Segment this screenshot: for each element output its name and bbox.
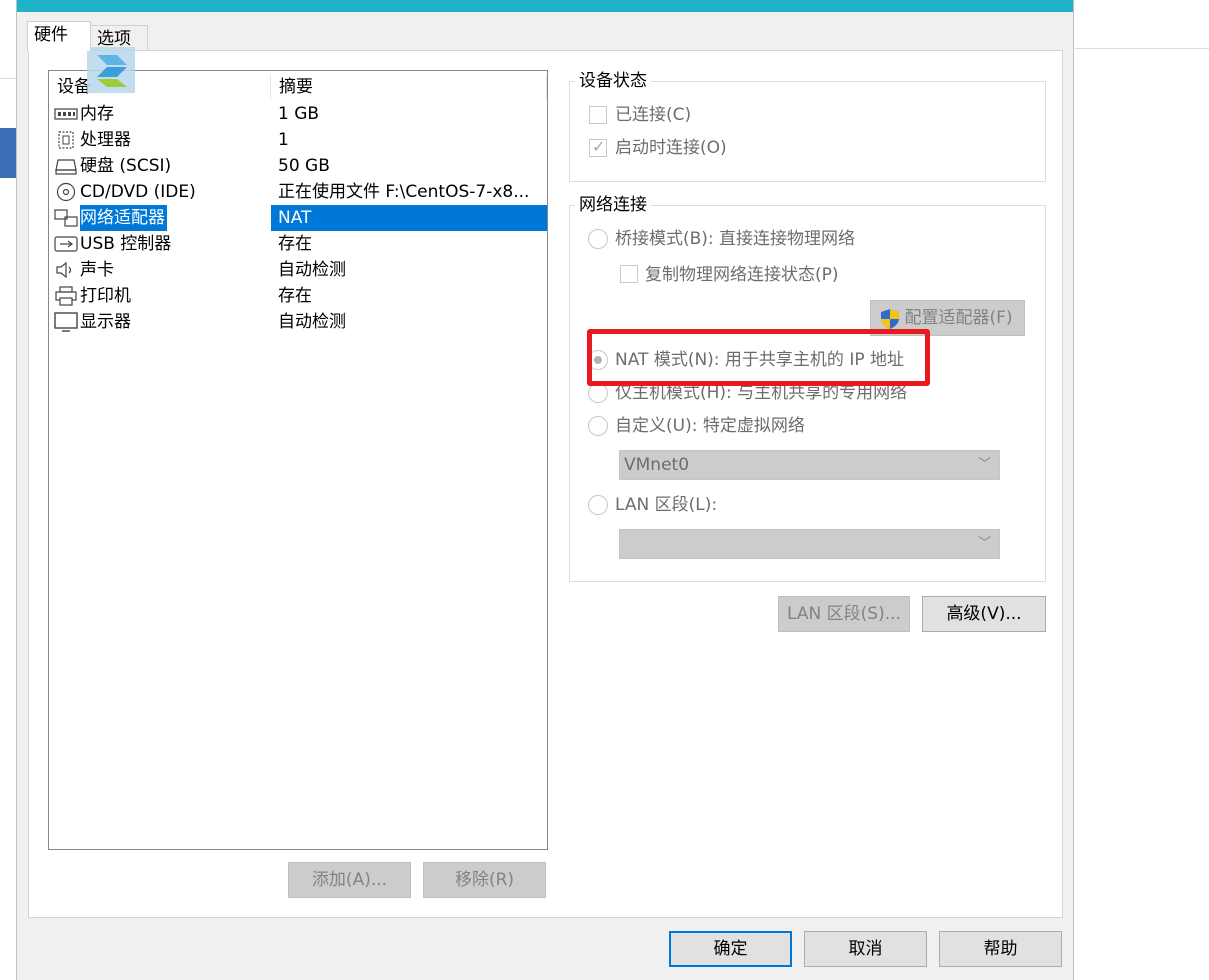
lan-segments-button[interactable]: LAN 区段(S)... (778, 596, 910, 632)
device-row-display[interactable]: 显示器 自动检测 (49, 309, 547, 335)
network-connection-group: 网络连接 桥接模式(B): 直接连接物理网络 复制物理网络连接状态(P) 配置适… (569, 195, 1046, 582)
device-summary: 自动检测 (278, 312, 346, 332)
device-name: 声卡 (80, 260, 114, 280)
device-row-sound-card[interactable]: 声卡 自动检测 (49, 257, 547, 283)
display-icon (54, 312, 78, 332)
device-row-harddisk[interactable]: 硬盘 (SCSI) 50 GB (49, 153, 547, 179)
connect-on-start-label[interactable]: 启动时连接(O) (615, 137, 727, 159)
selection-highlight (271, 205, 547, 231)
processor-icon (58, 131, 74, 149)
custom-radio[interactable] (588, 416, 608, 436)
help-button[interactable]: 帮助 (939, 931, 1062, 967)
device-row-cd-dvd[interactable]: CD/DVD (IDE) 正在使用文件 F:\CentOS-7-x8... (49, 179, 547, 205)
remove-button[interactable]: 移除(R) (423, 862, 546, 898)
replicate-state-label[interactable]: 复制物理网络连接状态(P) (645, 264, 839, 286)
device-summary: 50 GB (278, 156, 330, 176)
background-divider (0, 78, 16, 79)
device-row-memory[interactable]: 内存 1 GB (49, 101, 547, 127)
connect-on-start-checkbox[interactable]: ✓ (589, 137, 607, 157)
column-header-summary[interactable]: 摘要 (271, 75, 547, 99)
device-name: 显示器 (80, 312, 131, 332)
bridged-label[interactable]: 桥接模式(B): 直接连接物理网络 (615, 228, 855, 250)
device-summary: 存在 (278, 286, 312, 306)
network-connection-title: 网络连接 (575, 195, 651, 215)
title-bar (17, 0, 1073, 12)
background-sidebar-accent (0, 128, 16, 178)
device-row-processor[interactable]: 处理器 1 (49, 127, 547, 153)
vmware-logo-icon (87, 47, 135, 93)
add-button[interactable]: 添加(A)... (288, 862, 411, 898)
chevron-down-icon: ﹀ (977, 536, 991, 551)
device-status-group: 设备状态 已连接(C) ✓ 启动时连接(O) (569, 71, 1046, 182)
printer-icon (55, 286, 77, 306)
device-name: 硬盘 (SCSI) (80, 156, 172, 176)
annotation-highlight-box (587, 329, 930, 386)
device-status-title: 设备状态 (575, 71, 651, 91)
device-row-printer[interactable]: 打印机 存在 (49, 283, 547, 309)
connected-checkbox[interactable] (589, 106, 607, 124)
device-summary: 1 GB (278, 104, 320, 124)
background-divider-right (1075, 48, 1209, 49)
device-list[interactable]: 设备 摘要 内存 1 GB 处理器 1 硬盘 (SCSI) 50 GB CD/D… (48, 70, 548, 850)
cancel-button[interactable]: 取消 (804, 931, 927, 967)
lan-segment-select[interactable]: ﹀ (619, 529, 1000, 559)
device-row-network-adapter[interactable]: 网络适配器 NAT (49, 205, 547, 231)
network-adapter-icon (54, 209, 78, 227)
custom-label[interactable]: 自定义(U): 特定虚拟网络 (615, 415, 805, 437)
usb-icon (54, 236, 78, 252)
device-summary: 1 (278, 130, 289, 150)
device-name: USB 控制器 (80, 234, 172, 254)
lan-segment-label[interactable]: LAN 区段(L): (615, 494, 717, 516)
device-name: 内存 (80, 104, 114, 124)
ok-button[interactable]: 确定 (669, 931, 792, 967)
chevron-down-icon: ﹀ (977, 457, 991, 472)
custom-network-value: VMnet0 (624, 455, 690, 475)
tab-hardware[interactable]: 硬件 (27, 21, 91, 51)
custom-network-select[interactable]: VMnet0 ﹀ (619, 450, 1000, 480)
cd-dvd-icon (56, 182, 76, 202)
checkmark-icon: ✓ (592, 137, 606, 156)
device-name: CD/DVD (IDE) (80, 182, 196, 202)
host-only-radio[interactable] (588, 383, 608, 403)
device-summary: 正在使用文件 F:\CentOS-7-x8... (278, 182, 530, 202)
memory-icon (54, 108, 78, 120)
harddisk-icon (55, 159, 77, 175)
device-name: 处理器 (80, 130, 131, 150)
device-summary: NAT (278, 208, 312, 228)
sound-icon (56, 261, 72, 279)
configure-adapter-label: 配置适配器(F) (904, 308, 1013, 328)
device-summary: 存在 (278, 234, 312, 254)
device-name: 打印机 (80, 286, 131, 306)
lan-segment-radio[interactable] (588, 495, 608, 515)
uac-shield-icon (881, 309, 899, 329)
replicate-state-checkbox[interactable] (620, 265, 638, 283)
tab-hardware-label: 硬件 (34, 25, 68, 45)
virtual-machine-settings-dialog: 硬件 选项 设备 摘要 内存 1 GB 处理器 1 硬盘 (SCSI) 50 G… (16, 0, 1074, 980)
device-name: 网络适配器 (80, 205, 167, 231)
advanced-button[interactable]: 高级(V)... (922, 596, 1046, 632)
tab-options-label: 选项 (97, 29, 131, 49)
column-header-device[interactable]: 设备 (49, 75, 271, 99)
device-row-usb-controller[interactable]: USB 控制器 存在 (49, 231, 547, 257)
hardware-panel: 设备 摘要 内存 1 GB 处理器 1 硬盘 (SCSI) 50 GB CD/D… (28, 50, 1063, 918)
connected-label[interactable]: 已连接(C) (615, 104, 691, 126)
bridged-radio[interactable] (588, 229, 608, 249)
device-summary: 自动检测 (278, 260, 346, 280)
